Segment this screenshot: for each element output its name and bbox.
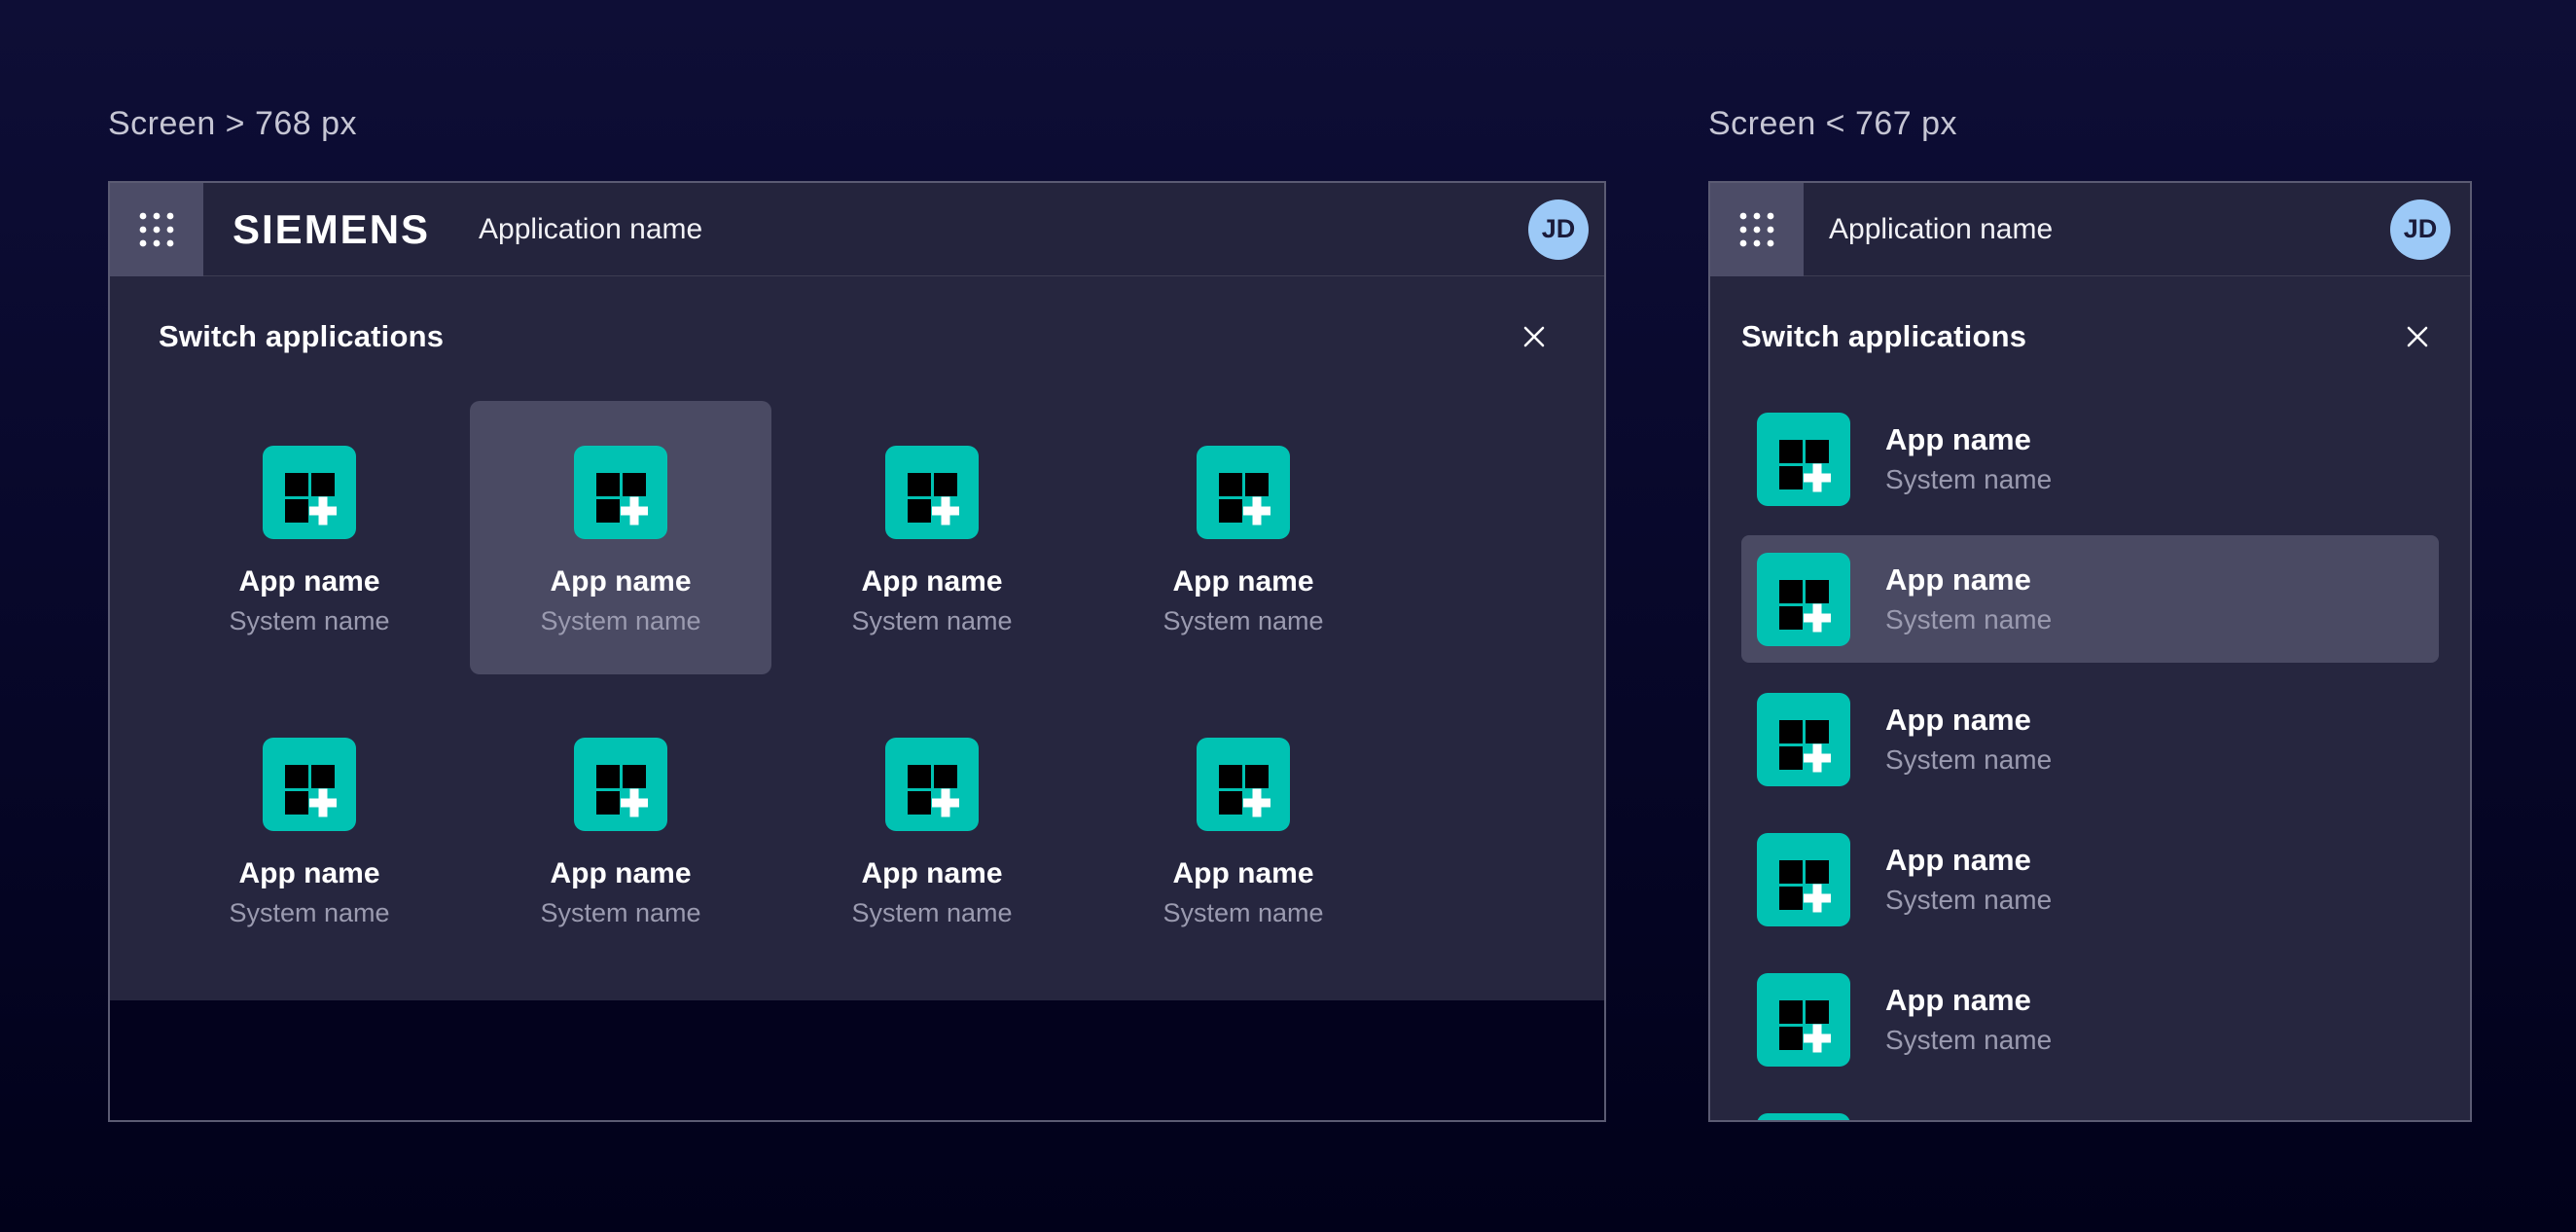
app-item-text: App name System name xyxy=(1885,562,2052,635)
panel-header: Switch applications xyxy=(1741,315,2439,358)
app-list-item[interactable]: App name System name xyxy=(1741,815,2439,943)
app-tile[interactable]: App name System name xyxy=(470,693,771,966)
system-name: System name xyxy=(1885,744,2052,776)
app-header: Application name JD xyxy=(1710,183,2470,276)
mobile-breakpoint-example: Screen < 767 px Application name JD Swit… xyxy=(1708,101,2472,1122)
app-item-text: App name System name xyxy=(1885,422,2052,495)
system-name: System name xyxy=(540,606,700,636)
app-tile-icon xyxy=(263,446,356,539)
app-list: App name System name xyxy=(1741,395,2439,1120)
close-icon xyxy=(2400,319,2435,354)
app-item-text: App name System name xyxy=(1885,983,2052,1056)
app-tile-icon xyxy=(1197,738,1290,831)
app-tile-icon xyxy=(1757,1113,1850,1121)
app-name: App name xyxy=(1885,983,2052,1018)
application-name: Application name xyxy=(479,213,702,246)
app-name: App name xyxy=(550,857,691,890)
app-name: App name xyxy=(1172,565,1313,598)
system-name: System name xyxy=(851,606,1012,636)
close-icon xyxy=(1517,319,1552,354)
app-launcher-grid-icon xyxy=(135,208,178,251)
desktop-breakpoint-example: Screen > 768 px SIEMENS Application name… xyxy=(108,101,1606,1122)
panel-header: Switch applications xyxy=(159,315,1556,358)
app-launcher-grid-icon xyxy=(1735,208,1778,251)
switch-applications-panel: Switch applications xyxy=(110,276,1604,1000)
system-name: System name xyxy=(1885,464,2052,495)
app-tile[interactable]: App name System name xyxy=(470,401,771,674)
system-name: System name xyxy=(851,898,1012,928)
app-name: App name xyxy=(550,565,691,598)
app-tile-icon xyxy=(885,446,979,539)
close-button[interactable] xyxy=(1513,315,1556,358)
app-list-item[interactable]: App name System name xyxy=(1741,675,2439,803)
app-name: App name xyxy=(1885,703,2052,738)
system-name: System name xyxy=(1885,604,2052,635)
app-item-text: App name System name xyxy=(1885,843,2052,916)
system-name: System name xyxy=(1885,885,2052,916)
app-list-item[interactable]: App name System name xyxy=(1741,535,2439,663)
siemens-logo: SIEMENS xyxy=(233,206,430,253)
app-name: App name xyxy=(1172,857,1313,890)
app-name: App name xyxy=(238,565,379,598)
app-list-item[interactable]: App name System name xyxy=(1741,395,2439,523)
breakpoint-label: Screen < 767 px xyxy=(1708,101,2472,146)
app-name: App name xyxy=(861,857,1002,890)
switch-applications-panel: Switch applications xyxy=(1710,276,2470,1120)
app-tile[interactable]: App name System name xyxy=(1092,401,1394,674)
system-name: System name xyxy=(1163,606,1323,636)
app-launcher-button[interactable] xyxy=(110,183,203,276)
panel-title: Switch applications xyxy=(1741,319,2026,354)
system-name: System name xyxy=(229,898,389,928)
app-list-item[interactable]: App name System name xyxy=(1741,956,2439,1083)
app-name: App name xyxy=(1885,843,2052,878)
breakpoint-label: Screen > 768 px xyxy=(108,101,1606,146)
user-avatar[interactable]: JD xyxy=(2390,199,2451,260)
system-name: System name xyxy=(229,606,389,636)
app-tile-icon xyxy=(1197,446,1290,539)
app-name: App name xyxy=(1885,562,2052,598)
close-button[interactable] xyxy=(2396,315,2439,358)
app-tile-icon xyxy=(1757,413,1850,506)
app-tile[interactable]: App name System name xyxy=(1092,693,1394,966)
app-name: App name xyxy=(238,857,379,890)
application-name: Application name xyxy=(1829,213,2053,246)
panel-title: Switch applications xyxy=(159,319,444,354)
page-content-behind-overlay xyxy=(110,1000,1604,1120)
app-header: SIEMENS Application name JD xyxy=(110,183,1604,276)
app-tile-icon xyxy=(1757,973,1850,1067)
app-name: App name xyxy=(861,565,1002,598)
app-tile-icon xyxy=(1757,553,1850,646)
system-name: System name xyxy=(540,898,700,928)
app-item-text: App name System name xyxy=(1885,703,2052,776)
app-tile-icon xyxy=(263,738,356,831)
user-avatar[interactable]: JD xyxy=(1528,199,1589,260)
mobile-app-window: Application name JD Switch applications xyxy=(1708,181,2472,1122)
app-tile-icon xyxy=(574,738,667,831)
app-tile[interactable]: App name System name xyxy=(159,401,460,674)
app-tile-icon xyxy=(885,738,979,831)
app-tile-icon xyxy=(1757,693,1850,786)
app-tile-icon xyxy=(574,446,667,539)
system-name: System name xyxy=(1885,1025,2052,1056)
system-name: System name xyxy=(1163,898,1323,928)
app-tile[interactable]: App name System name xyxy=(781,401,1083,674)
app-tile-grid: App name System name App name Sy xyxy=(159,401,1556,966)
app-tile[interactable]: App name System name xyxy=(781,693,1083,966)
app-tile[interactable]: App name System name xyxy=(159,693,460,966)
desktop-app-window: SIEMENS Application name JD Switch appli… xyxy=(108,181,1606,1122)
app-tile-icon xyxy=(1757,833,1850,926)
app-list-item[interactable]: App name System name xyxy=(1741,1096,2439,1120)
app-name: App name xyxy=(1885,422,2052,457)
app-launcher-button[interactable] xyxy=(1710,183,1804,276)
